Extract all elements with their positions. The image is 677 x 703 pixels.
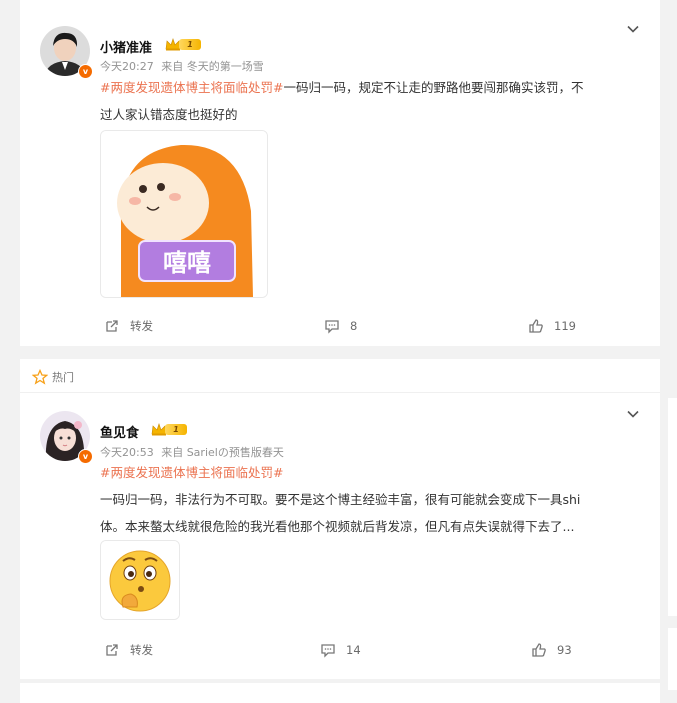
post-time[interactable]: 今天20:27	[100, 60, 154, 73]
post-image[interactable]: 嘻嘻	[100, 130, 268, 298]
like-button[interactable]: 93	[531, 642, 572, 658]
post-source: 来自 冬天的第一场雪	[161, 60, 264, 73]
verified-badge: v	[78, 449, 93, 464]
post-meta: 今天20:27 来自 冬天的第一场雪	[100, 58, 268, 74]
post-card	[20, 683, 660, 703]
repost-button[interactable]: 转发	[104, 318, 153, 334]
post-image[interactable]	[100, 540, 180, 620]
chevron-down-icon[interactable]	[626, 407, 640, 421]
topic-link[interactable]: #两度发现遗体博主将面临处罚#	[100, 80, 283, 95]
post-card: 热门 v 鱼见食 1 今天20:53 来自 Sarielの预售版春天 #两度发现…	[20, 359, 660, 679]
verified-badge: v	[78, 64, 93, 79]
comment-button[interactable]: 8	[324, 318, 357, 334]
side-panel	[668, 628, 677, 690]
post-text: #两度发现遗体博主将面临处罚#一码归一码，规定不让走的野路他要闯那确实该罚，不 …	[100, 80, 584, 122]
post-time[interactable]: 今天20:53	[100, 446, 154, 459]
divider	[20, 392, 660, 393]
side-panel	[668, 398, 677, 616]
post-source: 来自 Sarielの预售版春天	[161, 446, 284, 459]
post-card: v 小猪准准 1 今天20:27 来自 冬天的第一场雪 #两度发现遗体博主将面临…	[20, 0, 660, 346]
username[interactable]: 鱼见食	[100, 422, 139, 441]
image-caption: 嘻嘻	[163, 249, 211, 277]
level-badge: 1	[151, 422, 187, 436]
chevron-down-icon[interactable]	[626, 22, 640, 36]
hot-star-icon	[32, 369, 48, 385]
post-text: #两度发现遗体博主将面临处罚# 一码归一码，非法行为不可取。要不是这个博主经验丰…	[100, 465, 581, 534]
repost-icon	[106, 320, 118, 332]
like-button[interactable]: 119	[528, 318, 576, 334]
like-icon	[532, 643, 546, 657]
like-icon	[529, 319, 543, 333]
level-badge: 1	[165, 37, 201, 51]
comment-icon	[321, 644, 335, 658]
hot-label: 热门	[32, 369, 74, 385]
topic-link[interactable]: #两度发现遗体博主将面临处罚#	[100, 465, 283, 480]
comment-icon	[325, 320, 339, 334]
repost-button[interactable]: 转发	[104, 642, 153, 658]
comment-button[interactable]: 14	[320, 642, 361, 658]
repost-icon	[106, 644, 118, 656]
post-meta: 今天20:53 来自 Sarielの预售版春天	[100, 444, 288, 460]
username[interactable]: 小猪准准	[100, 37, 152, 56]
